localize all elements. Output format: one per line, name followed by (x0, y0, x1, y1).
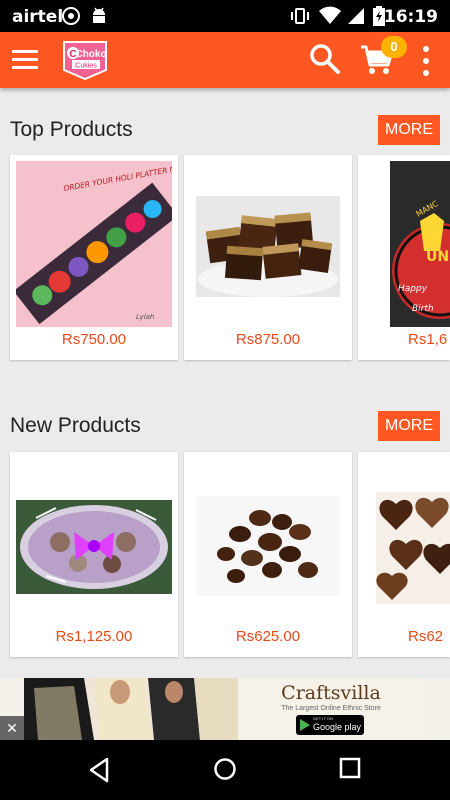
product-price: Rs1,6 (408, 331, 448, 348)
product-price: Rs875.00 (235, 331, 301, 348)
top-products-more-button[interactable]: MORE (378, 115, 440, 145)
overflow-menu-icon[interactable] (422, 46, 430, 76)
product-price: Rs750.00 (61, 331, 127, 348)
ad-brand-panel: Craftsvilla The Largest Online Ethnic St… (238, 678, 424, 740)
app-logo[interactable]: C Choko Cukies (62, 40, 108, 81)
product-image-brownies (190, 161, 346, 327)
svg-text:Happy: Happy (398, 284, 428, 294)
svg-text:Lylah: Lylah (136, 313, 154, 321)
ad-banner[interactable]: Craftsvilla The Largest Online Ethnic St… (0, 678, 450, 740)
clock: 16:19 (383, 7, 438, 27)
cell-signal-icon (348, 8, 364, 24)
product-card[interactable]: Rs62 (358, 452, 450, 657)
app-bar: C Choko Cukies 0 (0, 32, 450, 88)
product-image-man-utd-cake: Happy Birth UN MANC (390, 161, 450, 327)
product-image-heart-chocolates (376, 458, 450, 624)
product-price: Rs1,125.00 (55, 628, 133, 645)
carrier-name: airtel (12, 7, 64, 27)
headset-icon (62, 7, 80, 25)
hamburger-menu-icon[interactable] (12, 48, 38, 70)
product-image-gift-basket (16, 458, 172, 624)
product-price: Rs62 (408, 628, 444, 645)
system-nav-bar (0, 740, 450, 800)
vibrate-icon (291, 8, 309, 24)
ad-brand-name: Craftsvilla (281, 682, 381, 704)
product-image-chocolates (190, 458, 346, 624)
google-play-badge[interactable]: GET IT ON Google play (296, 715, 364, 735)
ad-sarees-image (24, 678, 238, 740)
cart-count-badge: 0 (381, 36, 407, 58)
product-image-holi-platter: ORDER YOUR HOLI PLATTER NOW !! Lylah (16, 161, 172, 327)
logo-subtext: Cukies (75, 63, 97, 70)
recents-icon[interactable] (339, 757, 361, 779)
product-card[interactable]: Rs875.00 (184, 155, 352, 360)
back-icon[interactable] (87, 757, 111, 783)
play-store-icon (300, 719, 310, 731)
wifi-icon (319, 6, 341, 24)
logo-text: Choko (75, 49, 106, 60)
product-card[interactable]: Rs625.00 (184, 452, 352, 657)
status-bar: airtel 16:19 (0, 0, 450, 32)
android-debug-icon (93, 7, 105, 23)
new-products-more-button[interactable]: MORE (378, 411, 440, 441)
product-price: Rs625.00 (235, 628, 301, 645)
search-icon[interactable] (308, 42, 342, 76)
store-badge-label: Google play (313, 722, 362, 732)
home-icon[interactable] (213, 757, 237, 781)
product-card[interactable]: Rs1,125.00 (10, 452, 178, 657)
ad-right-margin (424, 678, 450, 740)
ad-tagline: The Largest Online Ethnic Store (281, 705, 381, 712)
svg-text:UN: UN (426, 249, 449, 265)
store-badge-top: GET IT ON (313, 716, 333, 721)
svg-text:Birth: Birth (412, 304, 434, 314)
ad-close-button[interactable]: ✕ (0, 716, 24, 740)
product-card[interactable]: ORDER YOUR HOLI PLATTER NOW !! Lylah Rs7… (10, 155, 178, 360)
section-title-top-products: Top Products (10, 118, 133, 141)
section-title-new-products: New Products (10, 414, 141, 437)
product-card[interactable]: Happy Birth UN MANC Rs1,6 (358, 155, 450, 360)
